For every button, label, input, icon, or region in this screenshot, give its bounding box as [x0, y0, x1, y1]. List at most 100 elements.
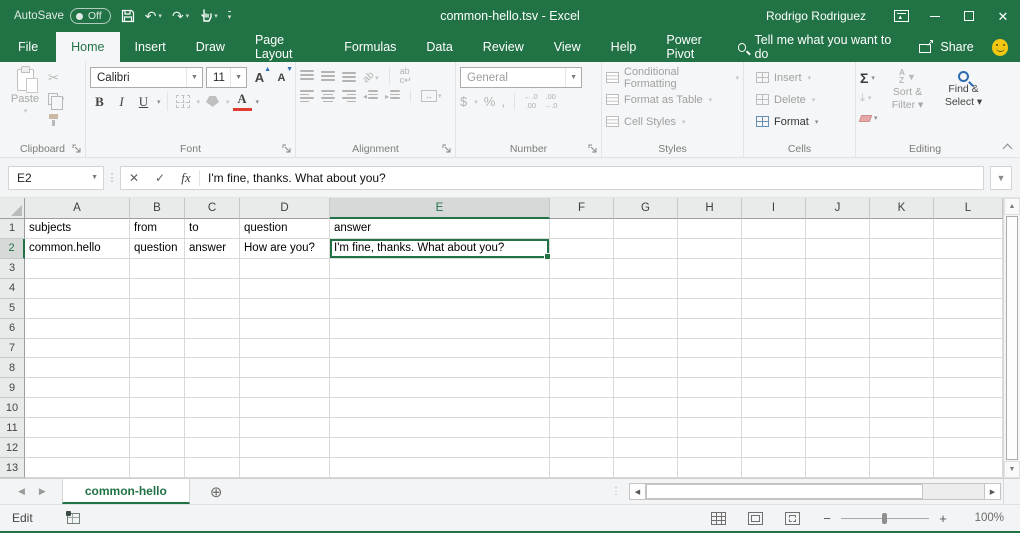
copy-button[interactable]: ▾: [46, 90, 67, 108]
tab-draw[interactable]: Draw: [181, 32, 240, 62]
cell-K8[interactable]: [870, 358, 934, 378]
cell-C9[interactable]: [185, 378, 240, 398]
cell-C7[interactable]: [185, 339, 240, 359]
cell-D13[interactable]: [240, 458, 330, 478]
borders-button[interactable]: [174, 92, 193, 111]
percent-button[interactable]: %: [484, 94, 496, 109]
cell-C8[interactable]: [185, 358, 240, 378]
maximize-button[interactable]: [952, 0, 986, 32]
cell-J2[interactable]: [806, 239, 870, 259]
cell-K1[interactable]: [870, 219, 934, 239]
cell-E10[interactable]: [330, 398, 550, 418]
fill-color-button[interactable]: [203, 92, 222, 111]
cell-I11[interactable]: [742, 418, 806, 438]
cell-H7[interactable]: [678, 339, 742, 359]
cell-A3[interactable]: [25, 259, 130, 279]
cell-B2[interactable]: question: [130, 239, 185, 259]
cell-A13[interactable]: [25, 458, 130, 478]
cell-B5[interactable]: [130, 299, 185, 319]
underline-dropdown-icon[interactable]: ▾: [157, 98, 161, 106]
cell-H11[interactable]: [678, 418, 742, 438]
cell-K9[interactable]: [870, 378, 934, 398]
row-header-3[interactable]: 3: [0, 259, 25, 279]
cell-E8[interactable]: [330, 358, 550, 378]
cell-H3[interactable]: [678, 259, 742, 279]
cell-L13[interactable]: [934, 458, 1003, 478]
tab-page-layout[interactable]: Page Layout: [240, 32, 329, 62]
currency-dropdown-icon[interactable]: ▾: [474, 98, 478, 106]
delete-cells-button[interactable]: Delete▾: [748, 90, 851, 109]
cell-I2[interactable]: [742, 239, 806, 259]
paste-dropdown-icon[interactable]: ▾: [24, 107, 28, 115]
column-header-I[interactable]: I: [742, 198, 806, 219]
cell-B3[interactable]: [130, 259, 185, 279]
cell-E6[interactable]: [330, 319, 550, 339]
cell-G1[interactable]: [614, 219, 678, 239]
cell-F9[interactable]: [550, 378, 614, 398]
cell-C10[interactable]: [185, 398, 240, 418]
cell-G12[interactable]: [614, 438, 678, 458]
cell-B13[interactable]: [130, 458, 185, 478]
cell-D12[interactable]: [240, 438, 330, 458]
cell-L11[interactable]: [934, 418, 1003, 438]
cell-J4[interactable]: [806, 279, 870, 299]
expand-formula-bar-button[interactable]: ▼: [990, 166, 1012, 190]
sort-filter-button[interactable]: AZ▼ Sort & Filter ▾: [882, 67, 934, 140]
cell-F3[interactable]: [550, 259, 614, 279]
page-layout-view-icon[interactable]: [748, 512, 763, 525]
tab-bar-splitter[interactable]: ⋮: [603, 479, 629, 504]
new-sheet-button[interactable]: ⊕: [190, 479, 243, 504]
column-header-C[interactable]: C: [185, 198, 240, 219]
italic-button[interactable]: I: [112, 92, 131, 111]
cell-C1[interactable]: to: [185, 219, 240, 239]
cell-J3[interactable]: [806, 259, 870, 279]
cell-L3[interactable]: [934, 259, 1003, 279]
cell-I4[interactable]: [742, 279, 806, 299]
scroll-up-icon[interactable]: ▲: [1004, 198, 1020, 215]
align-right-button[interactable]: [342, 90, 356, 102]
row-header-12[interactable]: 12: [0, 438, 25, 458]
decrease-font-button[interactable]: A▼: [272, 68, 291, 87]
font-color-dropdown-icon[interactable]: ▾: [256, 98, 260, 106]
cell-A12[interactable]: [25, 438, 130, 458]
cell-D9[interactable]: [240, 378, 330, 398]
cell-K5[interactable]: [870, 299, 934, 319]
tab-view[interactable]: View: [539, 32, 596, 62]
cell-F13[interactable]: [550, 458, 614, 478]
cell-A8[interactable]: [25, 358, 130, 378]
autosave-control[interactable]: AutoSave Off: [14, 8, 111, 24]
scroll-down-icon[interactable]: ▼: [1004, 461, 1020, 478]
cell-E1[interactable]: answer: [330, 219, 550, 239]
cell-J7[interactable]: [806, 339, 870, 359]
cell-J8[interactable]: [806, 358, 870, 378]
format-as-table-button[interactable]: Format as Table▾: [606, 90, 739, 109]
cell-D11[interactable]: [240, 418, 330, 438]
cell-I10[interactable]: [742, 398, 806, 418]
cell-C4[interactable]: [185, 279, 240, 299]
collapse-ribbon-button[interactable]: [1003, 142, 1011, 150]
cell-I3[interactable]: [742, 259, 806, 279]
cell-L6[interactable]: [934, 319, 1003, 339]
cell-G10[interactable]: [614, 398, 678, 418]
cell-E4[interactable]: [330, 279, 550, 299]
save-button[interactable]: [121, 9, 135, 23]
feedback-smiley-icon[interactable]: [992, 39, 1008, 56]
cancel-button[interactable]: ✕: [121, 167, 147, 189]
cell-E12[interactable]: [330, 438, 550, 458]
column-header-K[interactable]: K: [870, 198, 934, 219]
cell-I8[interactable]: [742, 358, 806, 378]
column-header-B[interactable]: B: [130, 198, 185, 219]
cell-C12[interactable]: [185, 438, 240, 458]
tab-home[interactable]: Home: [56, 32, 119, 62]
vertical-scrollbar[interactable]: ▲ ▼: [1003, 198, 1020, 478]
cell-G11[interactable]: [614, 418, 678, 438]
cell-J12[interactable]: [806, 438, 870, 458]
cell-C5[interactable]: [185, 299, 240, 319]
tab-review[interactable]: Review: [468, 32, 539, 62]
name-box-dropdown-icon[interactable]: ▼: [86, 167, 103, 189]
cell-E13[interactable]: [330, 458, 550, 478]
cell-D6[interactable]: [240, 319, 330, 339]
number-format-combo[interactable]: General▼: [460, 67, 582, 88]
cell-F8[interactable]: [550, 358, 614, 378]
cell-G4[interactable]: [614, 279, 678, 299]
